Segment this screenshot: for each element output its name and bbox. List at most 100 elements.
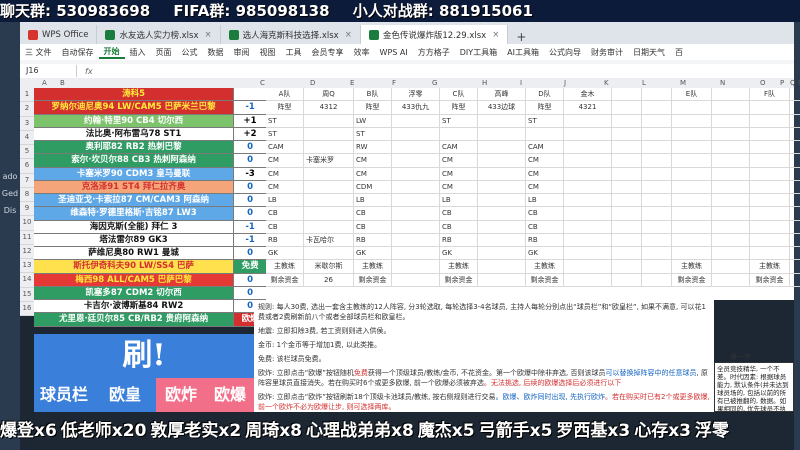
grid-cell[interactable] — [392, 167, 440, 181]
grid-cell[interactable] — [392, 260, 440, 274]
grid-cell[interactable]: 主教练 — [526, 260, 564, 274]
grid-cell[interactable] — [672, 127, 712, 141]
grid-cell[interactable] — [478, 273, 526, 287]
grid-cell[interactable] — [672, 180, 712, 194]
grid-cell[interactable] — [712, 233, 750, 247]
menu-item[interactable]: 三 文件 — [20, 47, 57, 58]
grid-cell[interactable]: 剩余资金 — [672, 273, 712, 287]
grid-cell[interactable]: B队 — [354, 88, 392, 102]
row-number[interactable]: 11 — [20, 230, 34, 245]
grid-cell[interactable] — [392, 127, 440, 141]
grid-cell[interactable] — [712, 141, 750, 155]
grid-cell[interactable] — [564, 127, 612, 141]
grid-cell[interactable]: 阵型 — [440, 101, 478, 115]
player-row[interactable]: 索尔·坎贝尔88 CB3 热刺阿森纳 0 — [34, 154, 266, 168]
grid-cell[interactable]: 主教练 — [354, 260, 392, 274]
grid-cell[interactable] — [672, 194, 712, 208]
grid-cell[interactable]: 剩余资金 — [266, 273, 304, 287]
grid-cell[interactable] — [642, 127, 672, 141]
grid-cell[interactable] — [642, 167, 672, 181]
row-number[interactable]: 5 — [20, 145, 34, 160]
grid-cell[interactable] — [712, 154, 750, 168]
row-number[interactable]: 4 — [20, 130, 34, 145]
close-icon[interactable]: × — [345, 30, 352, 40]
grid-cell[interactable]: GK — [440, 247, 478, 261]
grid-cell[interactable] — [790, 274, 800, 287]
grid-cell[interactable]: A队 — [266, 88, 304, 102]
grid-cell[interactable] — [564, 194, 612, 208]
document-tab[interactable]: WPS Office — [20, 25, 98, 44]
player-row[interactable]: 罗纳尔迪尼奥94 LW/CAM5 巴萨米兰巴黎 -1 — [34, 101, 266, 115]
player-row[interactable]: 圣迪亚戈·卡索拉87 CM/CAM3 阿森纳 0 — [34, 194, 266, 208]
grid-cell[interactable]: CAM — [266, 141, 304, 155]
grid-cell[interactable] — [564, 141, 612, 155]
grid-cell[interactable]: CM — [440, 167, 478, 181]
player-row[interactable]: 奥利耶82 RB2 热刺巴黎 0 — [34, 141, 266, 155]
grid-cell[interactable]: CM — [526, 154, 564, 168]
player-row[interactable]: 斯托伊奇科夫90 LW/SS4 巴萨 免费 — [34, 260, 266, 274]
row-number[interactable]: 2 — [20, 102, 34, 117]
grid-cell[interactable] — [478, 141, 526, 155]
grid-cell[interactable] — [392, 194, 440, 208]
grid-cell[interactable] — [564, 273, 612, 287]
grid-cell[interactable]: LW — [354, 114, 392, 128]
grid-cell[interactable]: 主教练 — [750, 260, 790, 274]
grid-cell[interactable] — [304, 141, 354, 155]
grid-cell[interactable] — [642, 194, 672, 208]
grid-cell[interactable] — [712, 114, 750, 128]
grid-cell[interactable] — [564, 114, 612, 128]
desktop-icon-label[interactable]: ado — [0, 172, 20, 181]
row-number[interactable]: 7 — [20, 173, 34, 188]
grid-cell[interactable]: LB — [526, 194, 564, 208]
grid-cell[interactable] — [750, 127, 790, 141]
grid-cell[interactable] — [750, 167, 790, 181]
grid-cell[interactable]: CB — [266, 207, 304, 221]
menu-item[interactable]: 视图 — [255, 47, 281, 58]
grid-cell[interactable] — [612, 167, 642, 181]
document-tab[interactable]: 选人海克斯科技选择.xlsx × — [221, 25, 361, 44]
menu-item[interactable]: 百 — [670, 47, 688, 58]
grid-cell[interactable] — [712, 194, 750, 208]
grid-cell[interactable] — [712, 101, 750, 115]
grid-cell[interactable] — [392, 180, 440, 194]
grid-cell[interactable] — [712, 260, 750, 274]
grid-cell[interactable] — [564, 180, 612, 194]
grid-cell[interactable] — [392, 207, 440, 221]
row-number[interactable]: 3 — [20, 116, 34, 131]
grid-cell[interactable] — [750, 180, 790, 194]
grid-cell[interactable] — [478, 154, 526, 168]
grid-cell[interactable] — [672, 233, 712, 247]
document-tab[interactable]: 金色传说爆炸版12.29.xlsx × — [360, 25, 509, 44]
grid-cell[interactable]: GK — [526, 247, 564, 261]
grid-cell[interactable]: 4312 — [304, 101, 354, 115]
grid-cell[interactable]: 米歇尔斯 — [304, 260, 354, 274]
grid-cell[interactable] — [642, 114, 672, 128]
row-number[interactable]: 14 — [20, 273, 34, 288]
row-number[interactable]: 8 — [20, 187, 34, 202]
grid-cell[interactable] — [672, 247, 712, 261]
grid-cell[interactable] — [564, 247, 612, 261]
grid-cell[interactable]: ST — [266, 114, 304, 128]
grid-cell[interactable] — [304, 167, 354, 181]
row-number[interactable]: 15 — [20, 287, 34, 302]
row-number[interactable]: 1 — [20, 88, 34, 103]
menu-item[interactable]: 审阅 — [229, 47, 255, 58]
grid-cell[interactable] — [790, 154, 800, 168]
grid-cell[interactable] — [304, 180, 354, 194]
row-number[interactable]: 16 — [20, 301, 34, 316]
grid-cell[interactable] — [612, 141, 642, 155]
fx-icon[interactable]: fx — [85, 67, 93, 76]
grid-cell[interactable]: CB — [440, 207, 478, 221]
menu-item[interactable]: 数据 — [203, 47, 229, 58]
player-row[interactable]: 维森特·罗德里格斯·吉铭87 LW3 0 — [34, 207, 266, 221]
grid-cell[interactable] — [790, 207, 800, 221]
grid-cell[interactable]: CDM — [354, 180, 392, 194]
option-button[interactable]: 欧炸 — [156, 378, 206, 412]
menu-item[interactable]: AI工具箱 — [502, 47, 544, 58]
grid-cell[interactable] — [712, 127, 750, 141]
refresh-button[interactable]: 刷! — [34, 334, 254, 378]
grid-cell[interactable] — [672, 101, 712, 115]
grid-cell[interactable] — [612, 273, 642, 287]
grid-cell[interactable] — [750, 194, 790, 208]
grid-cell[interactable]: CM — [354, 154, 392, 168]
